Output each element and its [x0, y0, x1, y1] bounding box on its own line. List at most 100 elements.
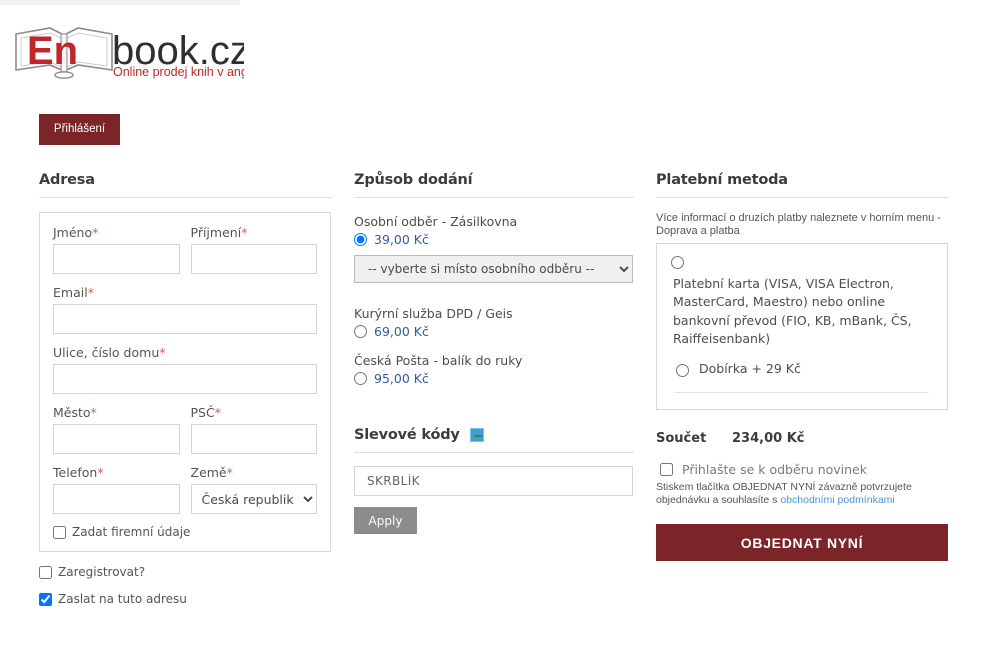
apply-coupon-button[interactable]: Apply	[354, 507, 417, 534]
delivery-divider	[354, 197, 634, 198]
email-input[interactable]	[53, 304, 317, 334]
terms-text: Stiskem tlačítka OBJEDNAT NYNÍ závazně p…	[656, 481, 948, 507]
payment-option-cod[interactable]: Dobírka + 29 Kč	[671, 361, 933, 377]
svg-text:En: En	[27, 29, 78, 73]
street-label-text: Ulice, číslo domu	[53, 345, 160, 360]
coupon-section: Slevové kódy Apply	[354, 427, 634, 534]
country-label-text: Země	[190, 465, 227, 480]
address-fieldset: Jméno* Příjmení* Email* Ulice, číslo dom…	[39, 212, 331, 552]
register-checkbox[interactable]	[39, 565, 52, 579]
first-name-input[interactable]	[53, 244, 180, 274]
last-name-label: Příjmení*	[191, 225, 318, 240]
street-input[interactable]	[53, 364, 317, 394]
company-details-checkbox-row[interactable]: Zadat firemní údaje	[53, 525, 317, 539]
street-required-mark: *	[159, 345, 166, 360]
country-label: Země*	[191, 465, 318, 480]
phone-country-row: Telefon* Země* Česká republika	[53, 465, 317, 514]
newsletter-label: Přihlašte se k odběru novinek	[682, 461, 867, 477]
delivery-option-0-name: Osobní odběr - Zásilkovna	[354, 214, 518, 229]
delivery-option-1-radio[interactable]	[354, 325, 367, 338]
delivery-option-2-price: 95,00 Kč	[374, 371, 429, 386]
country-select[interactable]: Česká republika	[190, 484, 317, 514]
email-label: Email*	[53, 285, 317, 300]
email-label-text: Email	[53, 285, 88, 300]
svg-text:Online prodej knih v angličtin: Online prodej knih v angličtině	[113, 65, 244, 79]
address-divider	[39, 197, 331, 198]
address-section-title: Adresa	[39, 172, 95, 188]
delivery-option-0-price: 39,00 Kč	[374, 232, 429, 247]
top-gray-strip	[0, 0, 240, 5]
email-required-mark: *	[87, 285, 94, 300]
last-name-required-mark: *	[241, 225, 248, 240]
payment-divider	[656, 197, 948, 198]
zip-input[interactable]	[190, 424, 317, 454]
phone-input[interactable]	[53, 484, 180, 514]
delivery-option-0-radio[interactable]	[354, 233, 367, 246]
login-button[interactable]: Přihlášení	[39, 114, 120, 145]
register-checkbox-row[interactable]: Zaregistrovat?	[39, 565, 331, 579]
first-name-label-text: Jméno	[53, 225, 93, 240]
newsletter-checkbox-row[interactable]: Přihlašte se k odběru novinek	[656, 460, 948, 479]
order-now-button[interactable]: OBJEDNAT NYNÍ	[656, 524, 948, 562]
payment-column: Platební metoda Více informací o druzích…	[656, 172, 948, 562]
last-name-label-text: Příjmení	[190, 225, 242, 240]
site-logo[interactable]: En book.cz Online prodej knih v angličti…	[12, 18, 252, 80]
delivery-option-1-price: 69,00 Kč	[374, 324, 429, 339]
delivery-section-title: Způsob dodání	[354, 172, 473, 188]
payment-box-separator	[675, 391, 929, 393]
country-required-mark: *	[226, 465, 233, 480]
name-row: Jméno* Příjmení*	[53, 225, 317, 274]
delivery-option-1[interactable]: 69,00 Kč	[354, 324, 634, 339]
delivery-column: Způsob dodání Osobní odběr - Zásilkovna …	[354, 172, 634, 534]
payment-option-card-radio[interactable]	[671, 256, 684, 270]
total-label: Součet	[656, 430, 707, 446]
last-name-input[interactable]	[190, 244, 317, 274]
terms-link[interactable]: obchodními podmínkami	[780, 494, 894, 506]
email-group: Email*	[53, 285, 317, 334]
last-name-group: Příjmení*	[190, 225, 318, 274]
zip-group: PSČ*	[190, 405, 318, 454]
payment-info-note: Více informací o druzích platby naleznet…	[656, 212, 941, 237]
phone-label: Telefon*	[53, 465, 180, 480]
coupon-header: Slevové kódy	[354, 427, 634, 443]
payment-option-card-label: Platební karta (VISA, VISA Electron, Mas…	[673, 276, 912, 346]
country-group: Země* Česká republika	[190, 465, 318, 514]
first-name-group: Jméno*	[53, 225, 180, 274]
zip-required-mark: *	[214, 405, 221, 420]
city-label: Město*	[53, 405, 180, 420]
payment-option-card[interactable]: Platební karta (VISA, VISA Electron, Mas…	[671, 256, 933, 348]
payment-section-title: Platební metoda	[656, 172, 788, 188]
checkout-page: En book.cz Online prodej knih v angličti…	[0, 0, 1000, 657]
same-address-checkbox[interactable]	[39, 592, 52, 606]
phone-required-mark: *	[97, 465, 104, 480]
delivery-option-1-name: Kurýrní služba DPD / Geis	[354, 306, 513, 321]
coupon-code-input[interactable]	[354, 466, 633, 496]
city-zip-row: Město* PSČ*	[53, 405, 317, 454]
city-required-mark: *	[90, 405, 97, 420]
company-details-checkbox[interactable]	[53, 525, 66, 539]
company-details-label: Zadat firemní údaje	[72, 525, 191, 539]
coupon-divider	[354, 452, 634, 453]
delivery-option-2[interactable]: 95,00 Kč	[354, 371, 634, 386]
delivery-option-2-radio[interactable]	[354, 372, 367, 385]
pickup-location-select[interactable]: -- vyberte si místo osobního odběru --	[354, 255, 633, 283]
total-row: Součet 234,00 Kč	[656, 431, 948, 446]
payment-options-box: Platební karta (VISA, VISA Electron, Mas…	[656, 243, 948, 410]
same-address-label: Zaslat na tuto adresu	[58, 592, 187, 606]
payment-option-cod-label: Dobírka + 29 Kč	[699, 361, 801, 377]
address-column: Adresa Jméno* Příjmení* Email* Ulice, čí…	[39, 172, 331, 606]
first-name-required-mark: *	[92, 225, 99, 240]
street-group: Ulice, číslo domu*	[53, 345, 317, 394]
phone-group: Telefon*	[53, 465, 180, 514]
street-label: Ulice, číslo domu*	[53, 345, 317, 360]
first-name-label: Jméno*	[53, 225, 180, 240]
phone-label-text: Telefon	[53, 465, 98, 480]
newsletter-checkbox[interactable]	[660, 462, 673, 476]
minus-toggle-icon[interactable]	[469, 428, 484, 442]
delivery-option-0[interactable]: 39,00 Kč	[354, 232, 634, 247]
payment-option-cod-radio[interactable]	[676, 363, 689, 377]
city-group: Město*	[53, 405, 180, 454]
zip-label: PSČ*	[191, 405, 318, 420]
city-input[interactable]	[53, 424, 180, 454]
same-address-checkbox-row[interactable]: Zaslat na tuto adresu	[39, 592, 331, 606]
